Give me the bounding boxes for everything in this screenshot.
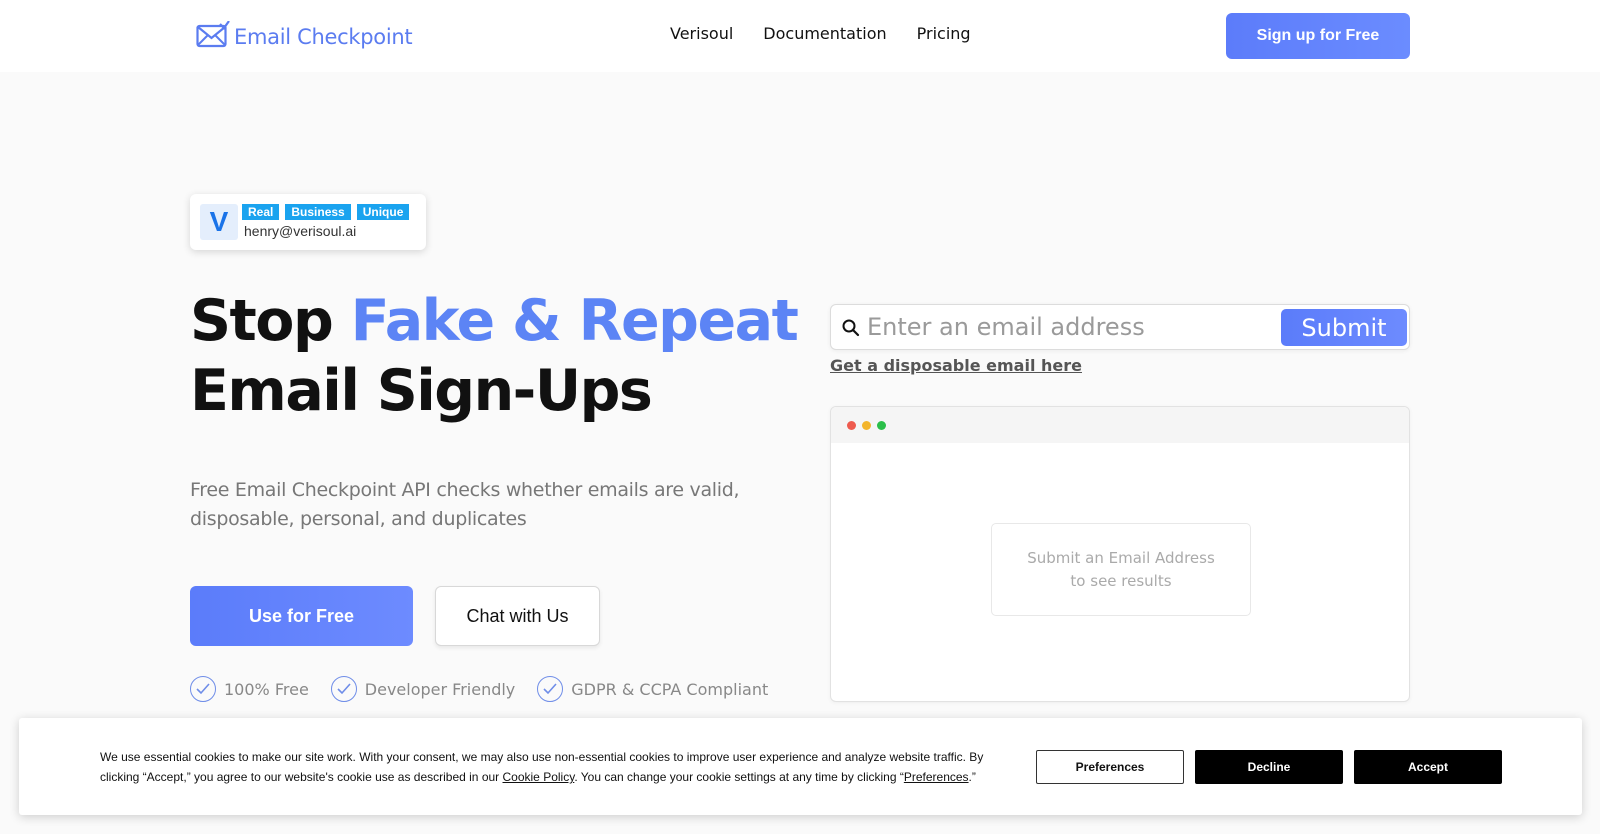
verisoul-email-card: V Real Business Unique henry@verisoul.ai: [190, 194, 426, 250]
email-check-form: Submit: [830, 304, 1410, 350]
results-window: Submit an Email Address to see results: [830, 406, 1410, 702]
cookie-text-part3: .”: [968, 770, 976, 784]
placeholder-line1: Submit an Email Address: [1027, 548, 1215, 567]
check-circle-icon: [330, 676, 357, 702]
title-lead: Stop: [190, 288, 351, 354]
cookie-accept-button[interactable]: Accept: [1354, 750, 1502, 784]
feature-item: Developer Friendly: [330, 676, 516, 702]
window-dot-red-icon: [847, 421, 856, 430]
nav-pricing[interactable]: Pricing: [917, 24, 971, 43]
results-placeholder: Submit an Email Address to see results: [991, 523, 1251, 616]
submit-button[interactable]: Submit: [1281, 309, 1407, 346]
hero-title: Stop Fake & Repeat Email Sign-Ups: [190, 286, 810, 426]
cookie-preferences-button[interactable]: Preferences: [1036, 750, 1184, 784]
logo-text: Email Checkpoint: [234, 25, 413, 49]
cookie-policy-link[interactable]: Cookie Policy: [503, 770, 575, 784]
placeholder-line2: to see results: [1070, 571, 1172, 590]
check-circle-icon: [537, 676, 564, 702]
feature-label: 100% Free: [224, 679, 309, 699]
badge-unique: Unique: [356, 204, 410, 220]
feature-label: GDPR & CCPA Compliant: [571, 679, 769, 699]
window-dot-yellow-icon: [862, 421, 871, 430]
card-email: henry@verisoul.ai: [244, 223, 357, 239]
signup-button[interactable]: Sign up for Free: [1226, 13, 1410, 59]
window-titlebar: [831, 407, 1409, 443]
nav-verisoul[interactable]: Verisoul: [670, 24, 733, 43]
hero-subtitle: Free Email Checkpoint API checks whether…: [190, 479, 740, 530]
feature-item: 100% Free: [190, 676, 309, 702]
feature-label: Developer Friendly: [364, 679, 516, 699]
use-for-free-button[interactable]: Use for Free: [190, 586, 413, 646]
search-icon: [841, 318, 861, 338]
email-checkpoint-logo[interactable]: Email Checkpoint: [196, 20, 413, 53]
cookie-message: We use essential cookies to make our sit…: [100, 747, 1000, 787]
cookie-banner: We use essential cookies to make our sit…: [19, 718, 1582, 815]
cookie-text-part2: . You can change your cookie settings at…: [574, 770, 904, 784]
badge-row: Real Business Unique: [242, 204, 410, 220]
badge-business: Business: [285, 204, 351, 220]
envelope-check-icon: [196, 20, 230, 53]
site-header: Email Checkpoint Verisoul Documentation …: [0, 0, 1600, 72]
nav-documentation[interactable]: Documentation: [763, 24, 886, 43]
feature-list: 100% Free Developer Friendly GDPR & CCPA…: [190, 676, 768, 702]
title-accent: Fake & Repeat: [350, 288, 799, 354]
preferences-link[interactable]: Preferences: [904, 770, 969, 784]
title-line2: Email Sign-Ups: [190, 358, 653, 424]
feature-item: GDPR & CCPA Compliant: [537, 676, 768, 702]
chat-with-us-button[interactable]: Chat with Us: [435, 586, 600, 646]
cookie-decline-button[interactable]: Decline: [1195, 750, 1343, 784]
window-dot-green-icon: [877, 421, 886, 430]
verisoul-logo: V: [200, 204, 238, 240]
email-input[interactable]: [867, 309, 1277, 345]
main-nav: Verisoul Documentation Pricing: [670, 24, 971, 43]
check-circle-icon: [190, 676, 216, 702]
badge-real: Real: [242, 204, 280, 220]
disposable-email-link[interactable]: Get a disposable email here: [830, 356, 1082, 375]
